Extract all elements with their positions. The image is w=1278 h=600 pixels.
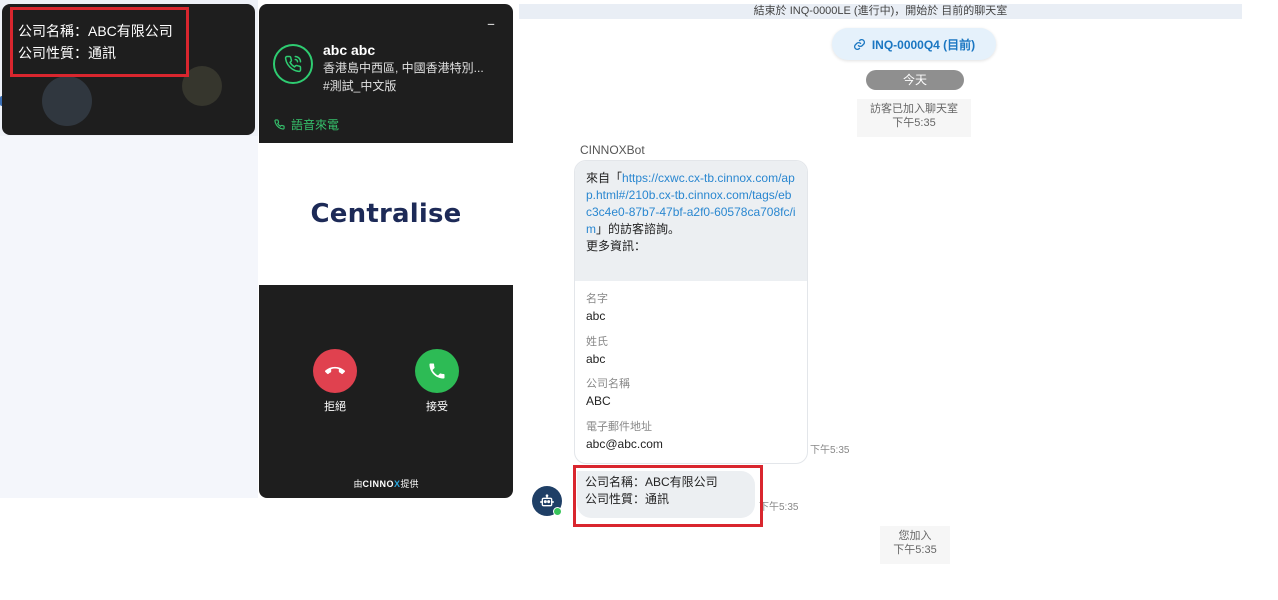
agent-avatar [42, 76, 92, 126]
you-joined-time: 下午5:35 [893, 544, 937, 556]
bot-sender-name: CINNOXBot [580, 143, 645, 157]
hang-up-icon [325, 366, 345, 375]
field-value: abc [586, 309, 606, 323]
inquiry-pill[interactable]: INQ-0000Q4 (目前) [832, 28, 996, 60]
brand-area: Centralise [259, 143, 513, 285]
link-icon [853, 38, 865, 50]
visitor-joined-time: 下午5:35 [892, 117, 936, 129]
accept-button[interactable] [415, 349, 459, 393]
phone-icon [274, 119, 285, 130]
bot-card-intro: 來自「https://cxwc.cx-tb.cinnox.com/app.htm… [575, 161, 807, 281]
bot-card-time: 下午5:35 [810, 445, 850, 456]
powered-by: 由CINNOX提供 [259, 477, 513, 490]
you-joined-note: 您加入 下午5:35 [880, 526, 950, 564]
field-last-name: 姓氏 abc [586, 333, 608, 366]
caller-name: abc abc [323, 42, 376, 58]
field-value: ABC [586, 394, 611, 408]
incoming-phone-icon [273, 44, 313, 84]
field-label: 姓氏 [586, 336, 608, 348]
powered-suffix: 提供 [400, 479, 419, 489]
date-divider: 今天 [866, 70, 964, 90]
incoming-call-card: – abc abc 香港島中西區, 中國香港特別... #測試_中文版 語音來電… [259, 4, 513, 498]
field-email: 電子郵件地址 abc@abc.com [586, 418, 663, 451]
robot-icon [540, 494, 554, 507]
message-time: 下午5:35 [759, 502, 799, 513]
accept-label: 接受 [426, 401, 448, 413]
bot-intro-prefix: 來自「 [586, 171, 623, 185]
you-joined-text: 您加入 [898, 530, 932, 542]
bot-info-card: 來自「https://cxwc.cx-tb.cinnox.com/app.htm… [574, 160, 808, 464]
bot-avatar [532, 486, 562, 516]
call-type: 語音來電 [274, 116, 339, 133]
field-label: 名字 [586, 293, 608, 305]
phone-accept-icon [429, 363, 445, 379]
bot-more-info: 更多資訊： [586, 239, 647, 253]
field-value: abc [586, 352, 606, 366]
field-label: 公司名稱 [586, 378, 630, 390]
online-status-dot [553, 507, 562, 516]
inquiry-pill-label: INQ-0000Q4 (目前) [871, 37, 976, 52]
powered-brand: CINNO [362, 479, 394, 489]
brand-logo: Centralise [310, 199, 462, 229]
minimize-button[interactable]: – [487, 14, 495, 33]
highlight-box-message [573, 465, 763, 527]
conversation-banner: 結束於 INQ-0000LE (進行中)，開始於 目前的聊天室 [519, 4, 1242, 19]
visitor-joined-text: 訪客已加入聊天室 [870, 103, 958, 115]
field-company: 公司名稱 ABC [586, 375, 630, 408]
caller-location: 香港島中西區, 中國香港特別... [323, 61, 484, 75]
field-first-name: 名字 abc [586, 290, 608, 323]
call-type-label: 語音來電 [291, 118, 340, 132]
highlight-box-popup [10, 7, 189, 77]
bot-intro-suffix: 」的訪客諮詢。 [596, 222, 681, 236]
decline-label: 拒絕 [324, 401, 346, 413]
caller-tag: #測試_中文版 [323, 79, 397, 93]
field-label: 電子郵件地址 [586, 421, 652, 433]
decline-button[interactable] [313, 349, 357, 393]
field-value: abc@abc.com [586, 437, 663, 451]
visitor-joined-note: 訪客已加入聊天室 下午5:35 [857, 99, 971, 137]
